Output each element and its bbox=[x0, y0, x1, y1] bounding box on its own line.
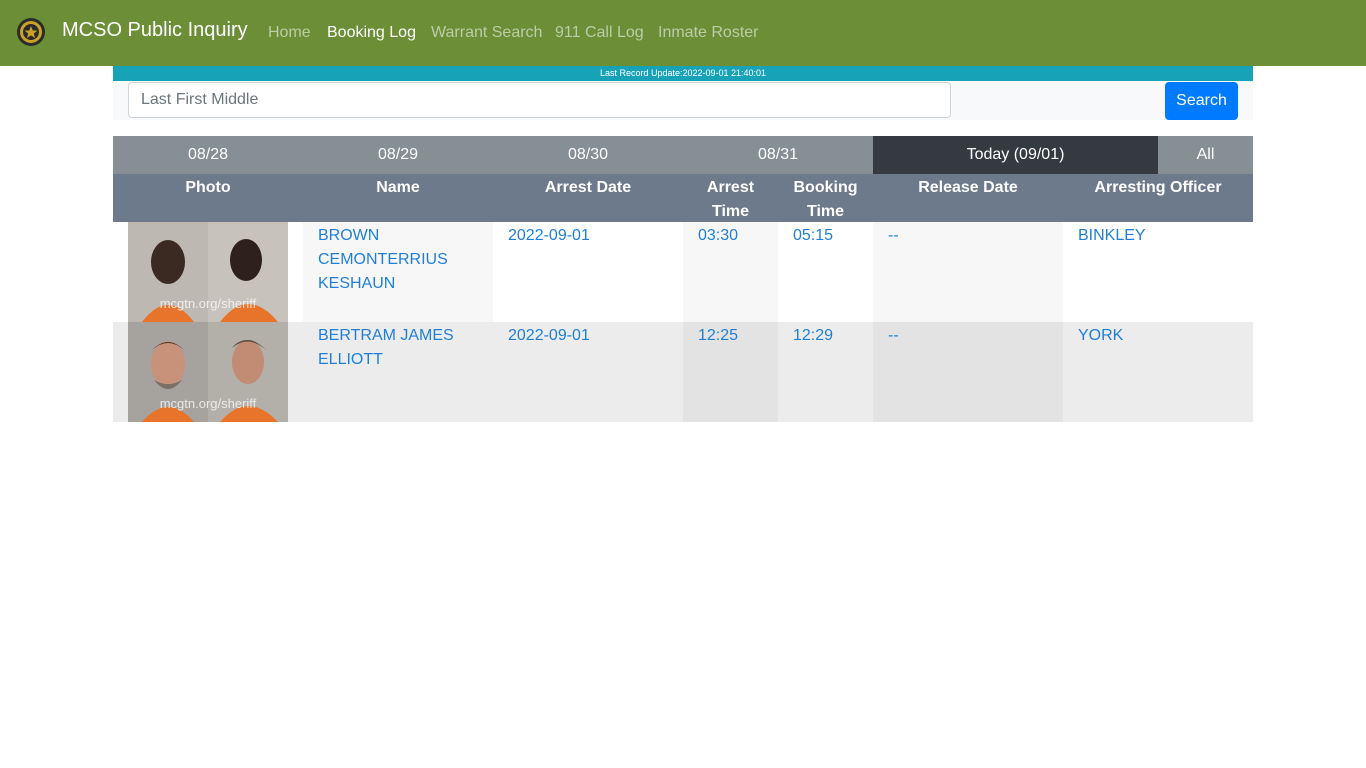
mugshot-image[interactable]: mcgtn.org/sheriff bbox=[128, 222, 288, 322]
mugshot-image[interactable]: mcgtn.org/sheriff bbox=[128, 322, 288, 422]
name-line: BERTRAM JAMES bbox=[318, 327, 454, 344]
col-arresting-officer: Arresting Officer bbox=[1094, 179, 1222, 196]
release-date-cell[interactable]: -- bbox=[873, 322, 1063, 422]
arrest-date-cell[interactable]: 2022-09-01 bbox=[493, 222, 683, 322]
inmate-name-link[interactable]: BERTRAM JAMES ELLIOTT bbox=[318, 324, 478, 372]
col-photo: Photo bbox=[185, 179, 231, 196]
search-bar: Search bbox=[113, 81, 1253, 120]
table-row: mcgtn.org/sheriff BERTRAM JAMES ELLIOTT … bbox=[113, 322, 1253, 422]
officer-cell[interactable]: BINKLEY bbox=[1063, 222, 1253, 322]
tab-0829[interactable]: 08/29 bbox=[303, 136, 493, 174]
booking-time-cell[interactable]: 12:29 bbox=[778, 322, 873, 422]
col-name: Name bbox=[376, 179, 420, 196]
arrest-time-cell[interactable]: 03:30 bbox=[683, 222, 778, 322]
table-row: mcgtn.org/sheriff BROWN CEMONTERRIUS KES… bbox=[113, 222, 1253, 322]
nav-warrant-search[interactable]: Warrant Search bbox=[431, 24, 542, 42]
nav-911-call-log[interactable]: 911 Call Log bbox=[555, 24, 644, 42]
name-line: BROWN bbox=[318, 227, 380, 244]
officer-cell[interactable]: YORK bbox=[1063, 322, 1253, 422]
col-booking-time: Booking Time bbox=[793, 179, 858, 220]
tab-all[interactable]: All bbox=[1158, 136, 1253, 174]
release-date-cell[interactable]: -- bbox=[873, 222, 1063, 322]
nav-booking-log[interactable]: Booking Log bbox=[327, 24, 416, 42]
name-cell: BROWN CEMONTERRIUS KESHAUN bbox=[303, 222, 493, 322]
nav-home[interactable]: Home bbox=[268, 24, 311, 42]
inmate-name-link[interactable]: BROWN CEMONTERRIUS KESHAUN bbox=[318, 224, 478, 296]
navbar: MCSO Public Inquiry Home Booking Log War… bbox=[0, 0, 1366, 66]
tab-today[interactable]: Today (09/01) bbox=[873, 136, 1158, 174]
name-line: ELLIOTT bbox=[318, 351, 383, 368]
col-arrest-date: Arrest Date bbox=[544, 179, 632, 196]
booking-time-cell[interactable]: 05:15 bbox=[778, 222, 873, 322]
brand-title[interactable]: MCSO Public Inquiry bbox=[62, 19, 248, 42]
name-line: KESHAUN bbox=[318, 275, 396, 292]
col-release-date: Release Date bbox=[918, 179, 1018, 196]
nav-inmate-roster[interactable]: Inmate Roster bbox=[658, 24, 758, 42]
table-header: Photo Name Arrest Date Arrest Time Booki… bbox=[113, 174, 1253, 222]
name-cell: BERTRAM JAMES ELLIOTT bbox=[303, 322, 493, 422]
photo-cell: mcgtn.org/sheriff bbox=[113, 322, 303, 422]
search-input[interactable] bbox=[128, 82, 951, 118]
last-update-banner: Last Record Update:2022-09-01 21:40:01 bbox=[113, 66, 1253, 81]
tab-0830[interactable]: 08/30 bbox=[493, 136, 683, 174]
date-tabs: 08/28 08/29 08/30 08/31 Today (09/01) Al… bbox=[113, 136, 1253, 174]
arrest-date-cell[interactable]: 2022-09-01 bbox=[493, 322, 683, 422]
search-button[interactable]: Search bbox=[1165, 82, 1238, 120]
watermark-text: mcgtn.org/sheriff bbox=[160, 396, 257, 411]
tab-0828[interactable]: 08/28 bbox=[113, 136, 303, 174]
col-arrest-time: Arrest Time bbox=[706, 179, 755, 220]
sheriff-badge-icon[interactable] bbox=[16, 17, 46, 47]
arrest-time-cell[interactable]: 12:25 bbox=[683, 322, 778, 422]
tab-0831[interactable]: 08/31 bbox=[683, 136, 873, 174]
photo-cell: mcgtn.org/sheriff bbox=[113, 222, 303, 322]
watermark-text: mcgtn.org/sheriff bbox=[160, 296, 257, 311]
name-line: CEMONTERRIUS bbox=[318, 251, 448, 268]
